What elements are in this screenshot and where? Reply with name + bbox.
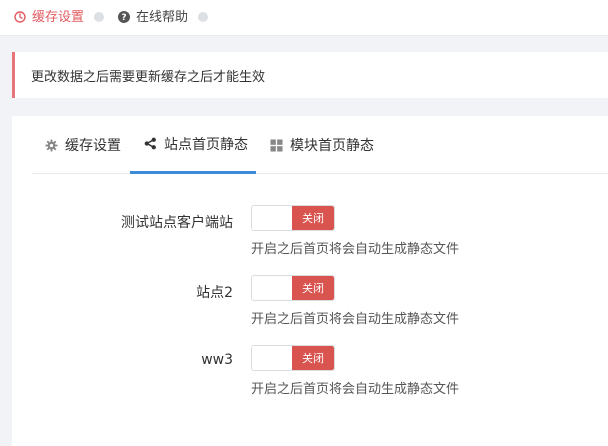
toggle-knob xyxy=(252,346,294,370)
tab-module-home-static[interactable]: 模块首页静态 xyxy=(270,116,374,174)
site-label: 测试站点客户端站 xyxy=(121,215,233,231)
static-toggle-site-1[interactable]: 关闭 xyxy=(251,205,335,231)
share-icon xyxy=(144,137,156,150)
help-circle-icon: ? xyxy=(118,11,130,23)
toggle-knob xyxy=(252,206,294,230)
gear-icon xyxy=(45,138,58,152)
toggle-off-label: 关闭 xyxy=(292,276,334,300)
toggle-knob xyxy=(252,276,294,300)
static-toggle-site-3[interactable]: 关闭 xyxy=(251,345,335,371)
tab-site-home-static[interactable]: 站点首页静态 xyxy=(130,116,256,174)
tab-close-dot[interactable] xyxy=(198,12,209,22)
site-label: 站点2 xyxy=(196,285,233,301)
tab-close-dot[interactable] xyxy=(94,12,105,22)
tab-label: 模块首页静态 xyxy=(290,138,374,154)
top-tab-cache-settings[interactable]: 缓存设置 xyxy=(14,0,105,34)
svg-text:?: ? xyxy=(121,13,126,23)
top-tab-online-help[interactable]: ? 在线帮助 xyxy=(118,0,209,34)
notice-banner: 更改数据之后需要更新缓存之后才能生效 xyxy=(12,52,608,98)
top-tab-label: 在线帮助 xyxy=(136,9,189,25)
toggle-off-label: 关闭 xyxy=(292,206,334,230)
tab-label: 站点首页静态 xyxy=(164,136,248,153)
tab-label: 缓存设置 xyxy=(65,138,121,154)
notice-text: 更改数据之后需要更新缓存之后才能生效 xyxy=(31,69,266,85)
grid-icon xyxy=(270,138,283,152)
settings-card: 缓存设置 站点首页静态 模块首页静态 测试站点客户端站 关闭 开启之后首页将会自… xyxy=(12,116,608,446)
site-label: ww3 xyxy=(201,352,233,368)
clock-icon xyxy=(14,11,26,23)
help-text: 开启之后首页将会自动生成静态文件 xyxy=(251,382,460,397)
top-tab-label: 缓存设置 xyxy=(32,9,85,25)
top-tab-bar: 缓存设置 ? 在线帮助 xyxy=(0,0,608,36)
toggle-off-label: 关闭 xyxy=(292,346,334,370)
tab-cache-settings[interactable]: 缓存设置 xyxy=(45,116,121,174)
help-text: 开启之后首页将会自动生成静态文件 xyxy=(251,312,460,327)
static-toggle-site-2[interactable]: 关闭 xyxy=(251,275,335,301)
inner-tab-bar: 缓存设置 站点首页静态 模块首页静态 xyxy=(32,116,608,174)
help-text: 开启之后首页将会自动生成静态文件 xyxy=(251,242,460,257)
